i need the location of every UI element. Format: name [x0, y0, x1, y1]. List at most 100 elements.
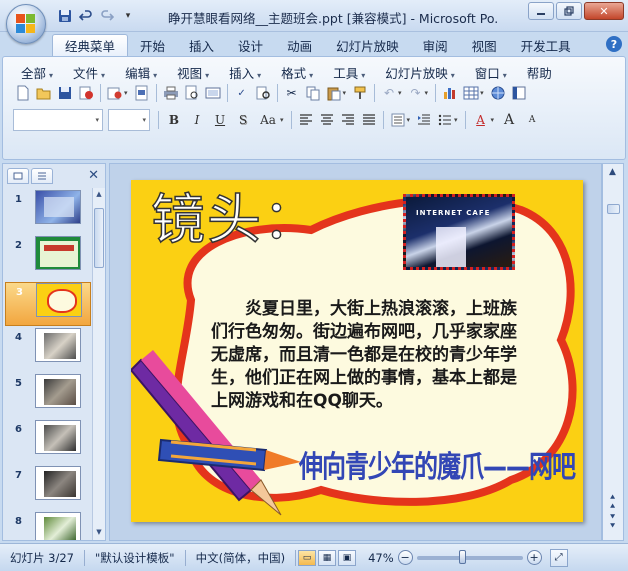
close-icon[interactable]: ✕ — [584, 2, 624, 20]
menu-slideshow[interactable]: 幻灯片放映 ▾ — [377, 63, 463, 82]
email-icon[interactable] — [105, 83, 125, 103]
shrink-font-button[interactable]: A — [521, 110, 543, 130]
menu-all[interactable]: 全部 ▾ — [13, 63, 61, 82]
redo-icon[interactable] — [98, 7, 116, 25]
chart-icon[interactable] — [440, 83, 460, 103]
save-icon[interactable] — [56, 7, 74, 25]
slide-thumb-3[interactable]: 3 — [5, 282, 91, 326]
slideshow-view-icon[interactable]: ▣ — [338, 549, 357, 566]
zoom-level[interactable]: 47% — [368, 551, 394, 565]
cut-icon[interactable]: ✂ — [282, 83, 302, 103]
slide-thumb-4[interactable]: 4 — [5, 328, 91, 372]
menu-help[interactable]: 帮助 — [519, 63, 560, 82]
font-color-button[interactable]: A — [470, 110, 492, 130]
italic-button[interactable]: I — [186, 110, 208, 130]
menu-window[interactable]: 窗口 ▾ — [467, 63, 515, 82]
align-left-icon[interactable] — [296, 110, 316, 130]
next-slide-icon[interactable]: ⯆ ⯆ — [609, 514, 616, 532]
slide-body-text: 炎夏日里，大街上热浪滚滚，上班族们行色匆匆。街边遍布网吧，几乎家家座无虚席，而且… — [211, 299, 517, 411]
zoom-slider[interactable] — [416, 549, 523, 564]
research-icon[interactable] — [253, 83, 273, 103]
tab-developer[interactable]: 开发工具 — [509, 34, 583, 56]
grow-font-button[interactable]: A — [498, 110, 520, 130]
print-icon[interactable] — [161, 83, 181, 103]
menu-insert[interactable]: 插入 ▾ — [221, 63, 269, 82]
menu-edit[interactable]: 编辑 ▾ — [117, 63, 165, 82]
align-right-icon[interactable] — [338, 110, 358, 130]
tab-insert[interactable]: 插入 — [177, 34, 226, 56]
close-pane-icon[interactable]: ✕ — [88, 168, 99, 183]
fit-to-window-icon[interactable]: ⤢ — [549, 548, 568, 567]
open-icon[interactable] — [34, 83, 54, 103]
underline-button[interactable]: U — [209, 110, 231, 130]
copy-icon[interactable] — [303, 83, 323, 103]
slide-thumb-1[interactable]: 1 — [5, 190, 91, 234]
tab-animation[interactable]: 动画 — [275, 34, 324, 56]
slide-thumb-6[interactable]: 6 — [5, 420, 91, 464]
menu-format[interactable]: 格式 ▾ — [273, 63, 321, 82]
paste-icon[interactable] — [324, 83, 344, 103]
menu-tools[interactable]: 工具 ▾ — [325, 63, 373, 82]
justify-icon[interactable] — [359, 110, 379, 130]
scroll-up-icon[interactable]: ▲ — [94, 190, 104, 200]
scroll-down-icon[interactable]: ▼ — [94, 528, 104, 538]
office-logo-icon — [16, 14, 36, 34]
change-case-button[interactable]: Aa — [255, 110, 281, 130]
help-icon[interactable]: ? — [606, 36, 622, 52]
slide-scrollbar[interactable]: ▲ ⯅ ⯅ ⯆ ⯆ — [602, 163, 624, 541]
font-name-combo[interactable]: ▾ — [13, 109, 103, 131]
tab-home[interactable]: 开始 — [128, 34, 177, 56]
slide-icon[interactable] — [509, 83, 529, 103]
slide-thumb-2[interactable]: 2 — [5, 236, 91, 280]
slide-thumb-5[interactable]: 5 — [5, 374, 91, 418]
normal-view-icon[interactable]: ▭ — [298, 549, 317, 566]
thumbnails-scrollbar[interactable]: ▲ ▼ — [92, 188, 105, 540]
formatting-toolbar: ▾ ▾ B I U S Aa ▾ ▾ ▾ A ▾ A A — [13, 109, 543, 131]
shadow-button[interactable]: S — [232, 110, 254, 130]
slide-thumb-7[interactable]: 7 — [5, 466, 91, 510]
print-preview-icon[interactable] — [182, 83, 202, 103]
permission-icon[interactable] — [76, 83, 96, 103]
zoom-in-icon[interactable]: + — [526, 550, 542, 565]
table-icon[interactable] — [461, 83, 481, 103]
save-icon[interactable] — [55, 83, 75, 103]
slide-sorter-icon[interactable] — [203, 83, 223, 103]
scroll-thumb[interactable] — [94, 208, 104, 268]
slide-caption: 伸向青少年的魔爪——网吧 — [299, 449, 576, 485]
minimize-icon[interactable] — [528, 2, 554, 20]
redo-icon[interactable]: ↷ — [406, 83, 426, 103]
tab-view[interactable]: 视图 — [460, 34, 509, 56]
undo-icon[interactable] — [77, 7, 95, 25]
tab-slideshow[interactable]: 幻灯片放映 — [324, 34, 411, 56]
office-button[interactable] — [6, 4, 46, 44]
bullets-icon[interactable] — [435, 110, 455, 130]
menu-file[interactable]: 文件 ▾ — [65, 63, 113, 82]
prev-slide-icon[interactable]: ⯅ ⯅ — [609, 494, 616, 512]
slides-tab-icon[interactable] — [7, 168, 29, 184]
slide-thumb-8[interactable]: 8 — [5, 512, 91, 540]
align-center-icon[interactable] — [317, 110, 337, 130]
zoom-out-icon[interactable]: − — [397, 550, 413, 565]
customize-icon[interactable]: ▾ — [119, 7, 137, 25]
scroll-up-icon[interactable]: ▲ — [609, 168, 616, 177]
outline-tab-icon[interactable] — [31, 168, 53, 184]
tab-review[interactable]: 审阅 — [411, 34, 460, 56]
new-icon[interactable] — [13, 83, 33, 103]
slide-scroll-thumb[interactable] — [607, 204, 620, 214]
zoom-slider-thumb[interactable] — [458, 549, 466, 564]
decrease-indent-icon[interactable] — [414, 110, 434, 130]
current-slide[interactable]: 镜头： INTERNET CAFE 炎夏日里，大街上热浪滚滚，上班族们行色匆匆。… — [131, 180, 583, 522]
menu-view[interactable]: 视图 ▾ — [169, 63, 217, 82]
pdf-icon[interactable] — [132, 83, 152, 103]
undo-icon[interactable]: ↶ — [379, 83, 399, 103]
restore-icon[interactable] — [556, 2, 582, 20]
numbering-icon[interactable] — [388, 110, 408, 130]
bold-button[interactable]: B — [163, 110, 185, 130]
tab-classic-menu[interactable]: 经典菜单 — [52, 34, 129, 56]
slide-sorter-view-icon[interactable]: ▦ — [318, 549, 337, 566]
hyperlink-icon[interactable] — [488, 83, 508, 103]
font-size-combo[interactable]: ▾ — [108, 109, 150, 131]
spelling-icon[interactable]: ✓ — [232, 83, 252, 103]
tab-design[interactable]: 设计 — [226, 34, 275, 56]
format-painter-icon[interactable] — [350, 83, 370, 103]
